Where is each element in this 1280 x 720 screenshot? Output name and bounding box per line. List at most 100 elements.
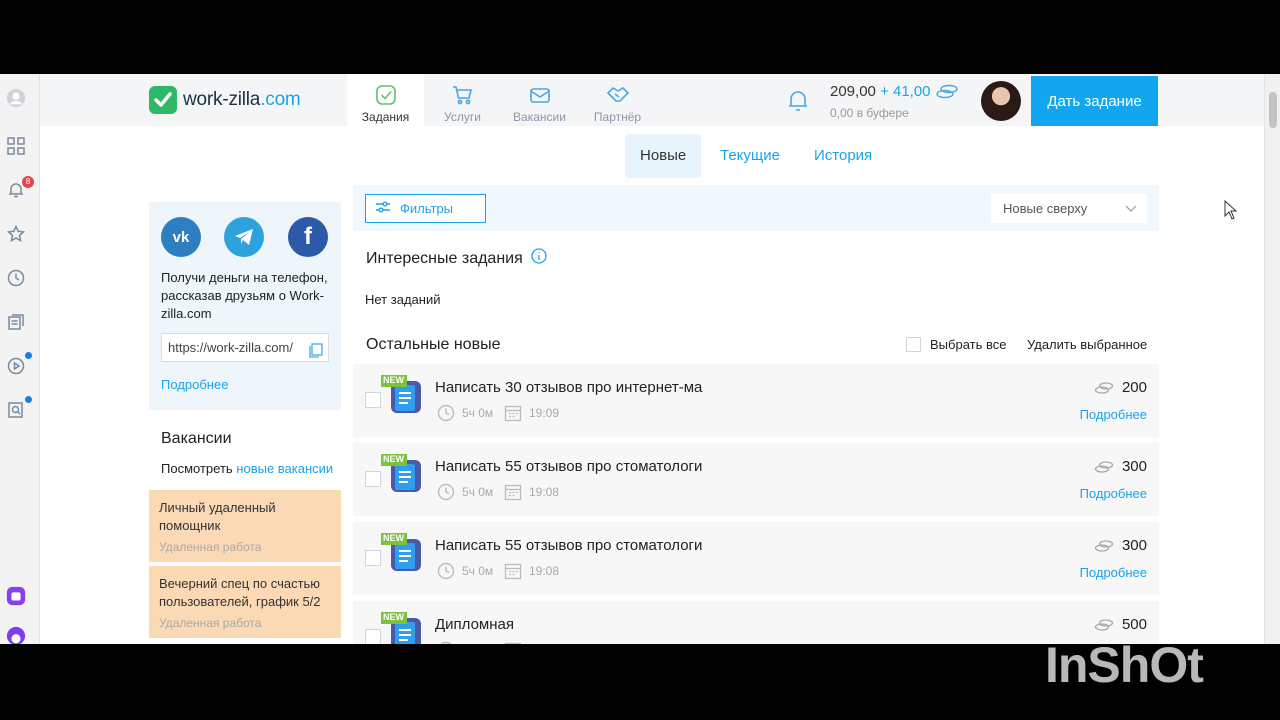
filter-bar: Фильтры Новые сверху [353, 185, 1159, 231]
task-title[interactable]: Написать 30 отзывов про интернет-ма [435, 379, 702, 396]
give-task-button[interactable]: Дать задание [1031, 76, 1158, 126]
vacancies-title: Вакансии [161, 430, 232, 447]
logo-text: work-zilla.com [183, 89, 301, 110]
task-time: 19:09 [529, 406, 560, 420]
coins-icon [1094, 381, 1114, 395]
other-new-heading: Остальные новые [366, 336, 501, 353]
checkbox[interactable] [906, 337, 921, 352]
task-time: 19:08 [529, 485, 560, 499]
clock-icon [437, 483, 455, 501]
star-icon[interactable] [6, 224, 26, 244]
user-avatar[interactable] [981, 81, 1021, 121]
notification-badge: 8 [22, 176, 34, 188]
vacancy-card[interactable]: Вечерний спец по счастью пользователей, … [149, 566, 341, 638]
nav-services[interactable]: Услуги [424, 74, 501, 126]
task-more-link[interactable]: Подробнее [1080, 407, 1147, 422]
lens-search-icon[interactable] [6, 400, 26, 420]
browser-sidebar: 8 [0, 74, 40, 644]
referral-text: Получи деньги на телефон, рассказав друз… [161, 270, 328, 321]
vk-icon[interactable]: vk [161, 217, 201, 257]
task-checkbox[interactable] [365, 471, 381, 487]
task-title[interactable]: Написать 55 отзывов про стоматологи [435, 458, 702, 475]
vacancy-type: Удаленная работа [159, 616, 262, 630]
task-checkbox[interactable] [365, 550, 381, 566]
referral-more-link[interactable]: Подробнее [161, 377, 228, 392]
coins-icon [1094, 539, 1114, 553]
tab-current[interactable]: Текущие [705, 134, 795, 178]
task-checkbox[interactable] [365, 629, 381, 644]
new-vacancies-link[interactable]: новые вакансии [236, 461, 333, 476]
nav-tasks[interactable]: Задания [347, 74, 424, 126]
task-row[interactable]: NEWДипломная500Подробнее [353, 601, 1159, 644]
tab-history[interactable]: История [799, 134, 887, 178]
balance-bonus: + 41,00 [880, 83, 931, 100]
vacancy-card[interactable]: Личный удаленный помощник Удаленная рабо… [149, 490, 341, 562]
task-price-value: 200 [1121, 379, 1147, 396]
task-duration: 5ч 0м [462, 406, 494, 420]
app-launcher-icon[interactable] [6, 586, 26, 606]
new-document-icon: NEW [381, 454, 425, 496]
profile-icon[interactable] [6, 88, 26, 108]
calendar-icon [504, 562, 522, 580]
info-icon[interactable] [531, 248, 547, 269]
nav-vacancies[interactable]: Вакансии [501, 74, 578, 126]
new-document-icon: NEW [381, 533, 425, 575]
sort-select[interactable]: Новые сверху [991, 194, 1147, 223]
no-tasks-text: Нет заданий [365, 292, 441, 307]
assistant-icon[interactable] [6, 626, 26, 644]
site-logo[interactable]: work-zilla.com [149, 86, 301, 114]
tab-new[interactable]: Новые [625, 134, 702, 178]
nav-services-label: Услуги [444, 110, 481, 124]
task-row[interactable]: NEW Написать 55 отзывов про стоматологи 5ч… [353, 443, 1159, 516]
video-dot-indicator [25, 352, 32, 359]
lens-dot-indicator [25, 396, 32, 403]
delete-selected-button[interactable]: Удалить выбранное [1027, 337, 1147, 352]
sort-value: Новые сверху [1003, 201, 1088, 216]
vertical-scrollbar[interactable] [1264, 74, 1280, 644]
apps-grid-icon[interactable] [6, 136, 26, 156]
referral-link-text: https://work-zilla.com/ [168, 340, 293, 355]
facebook-icon[interactable]: f [288, 217, 328, 257]
task-more-link[interactable]: Подробнее [1080, 486, 1147, 501]
clock-icon [437, 641, 455, 644]
new-document-icon: NEW [381, 375, 425, 417]
clock-icon [437, 404, 455, 422]
task-checkbox[interactable] [365, 392, 381, 408]
collections-icon[interactable] [6, 312, 26, 332]
filters-button[interactable]: Фильтры [365, 194, 486, 223]
nav-partner[interactable]: Партнёр [579, 74, 656, 126]
task-row[interactable]: NEW Написать 30 отзывов про интернет-ма 5ч… [353, 364, 1159, 437]
new-badge: NEW [383, 454, 404, 464]
video-play-icon[interactable] [6, 356, 26, 376]
task-price: 500 [1094, 616, 1147, 633]
task-price: 300 [1094, 458, 1147, 475]
chevron-down-icon [1125, 194, 1137, 223]
task-more-link[interactable]: Подробнее [1080, 565, 1147, 580]
task-title[interactable]: Дипломная [435, 616, 514, 633]
vacancy-type: Удаленная работа [159, 540, 262, 554]
nav-partner-label: Партнёр [593, 110, 642, 124]
referral-link-field[interactable]: https://work-zilla.com/ [161, 333, 329, 362]
history-clock-icon[interactable] [6, 268, 26, 288]
task-price-value: 300 [1121, 458, 1147, 475]
coins-icon [935, 83, 961, 103]
task-time: 19:08 [529, 564, 560, 578]
notifications-bell-icon[interactable] [786, 88, 810, 119]
scrollbar-thumb[interactable] [1269, 92, 1277, 128]
balance-widget[interactable]: 209,00 + 41,00 0,00 в буфере [830, 83, 961, 120]
task-title[interactable]: Написать 55 отзывов про стоматологи [435, 537, 702, 554]
task-price: 300 [1094, 537, 1147, 554]
copy-icon[interactable] [308, 340, 324, 361]
logo-check-icon [149, 86, 177, 114]
clock-icon [437, 562, 455, 580]
calendar-icon [504, 641, 522, 644]
task-duration: 5ч 0м [462, 564, 494, 578]
task-meta: 5ч 0м 19:09 [437, 404, 559, 422]
telegram-icon[interactable] [224, 217, 264, 257]
cart-icon [450, 82, 476, 108]
check-square-icon [373, 82, 399, 108]
select-all-checkbox[interactable]: Выбрать все [906, 337, 1006, 352]
mouse-cursor-icon [1224, 199, 1238, 225]
task-meta [437, 641, 529, 644]
task-row[interactable]: NEW Написать 55 отзывов про стоматологи 5ч… [353, 522, 1159, 595]
